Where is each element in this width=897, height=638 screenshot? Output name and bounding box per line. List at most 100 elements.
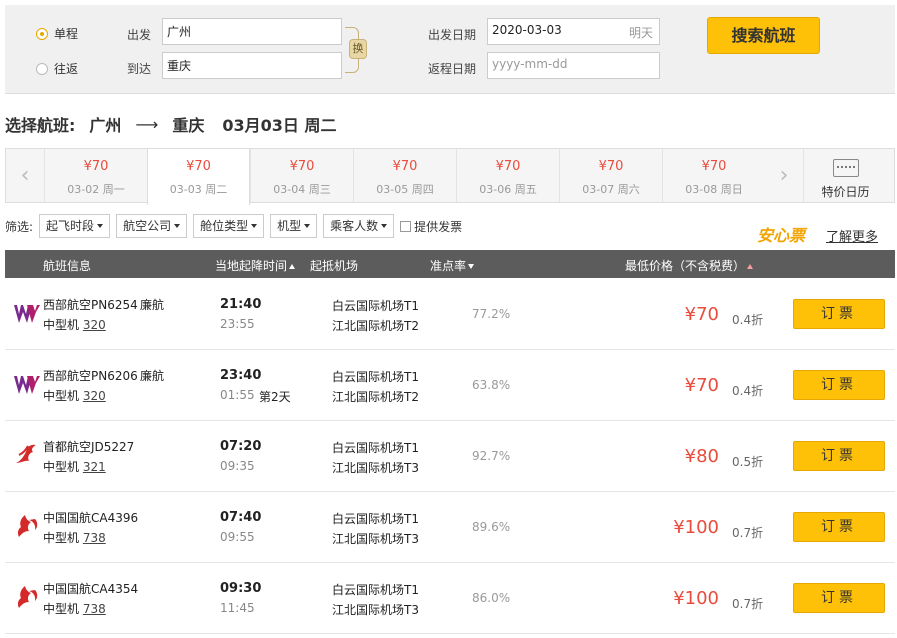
aircraft-model-link[interactable]: 320 [83, 318, 106, 332]
filter-airline[interactable]: 航空公司 [116, 214, 188, 238]
sort-up-icon [289, 264, 296, 269]
learn-more-link[interactable]: 了解更多 [826, 226, 878, 245]
depart-date-input[interactable]: 2020-03-03 明天 [487, 18, 660, 45]
date-tab-selected[interactable]: ¥70 03-03 周二 [147, 148, 250, 205]
radio-unchecked-icon [36, 62, 48, 75]
tomorrow-hint: 明天 [628, 26, 653, 40]
route-arrow-icon: ⟶ [135, 114, 159, 134]
date-strip: ‹ ¥70 03-02 周一 ¥70 03-03 周二 ¥70 03-04 周三 ¥7… [5, 148, 895, 205]
aircraft-model-link[interactable]: 321 [83, 460, 106, 474]
ontime-rate: 92.7% [472, 449, 511, 463]
departure-airport: 白云国际机场T1 [332, 299, 419, 313]
book-button[interactable]: 订票 [793, 370, 885, 400]
special-price-calendar-button[interactable]: 特价日历 [803, 149, 887, 202]
arrival-time: 09:55 [220, 530, 255, 544]
date-tab[interactable]: ¥70 03-02 周一 [44, 149, 147, 202]
departure-time: 21:40 [220, 297, 262, 312]
airline-logo-icon [13, 512, 41, 540]
prev-dates-icon[interactable]: ‹ [6, 149, 44, 202]
airline-logo-icon [13, 583, 41, 611]
depart-date-label: 出发日期 [428, 28, 477, 42]
lowest-price: ¥80 [684, 446, 719, 467]
date-tab[interactable]: ¥70 03-07 周六 [559, 149, 662, 202]
date-tab[interactable]: ¥70 03-05 周四 [353, 149, 456, 202]
route-from: 广州 [89, 116, 122, 135]
date-tab[interactable]: ¥70 03-04 周三 [250, 149, 353, 202]
to-input[interactable]: 重庆 [162, 52, 342, 79]
arrival-time: 09:35 [220, 459, 255, 473]
airline-flight: 中国国航CA4396 [43, 511, 139, 525]
lowest-price: ¥70 [684, 304, 719, 325]
flight-row: 西部航空PN6206 廉航 中型机 320 23:40 01:55 第2天 白云国际机场T1… [5, 350, 895, 421]
calendar-icon [832, 159, 859, 177]
flight-row: 中国国航CA4354 中型机 738 09:30 11:45 白云国际机场T1 江北国际机… [5, 563, 895, 634]
date-tab[interactable]: ¥70 03-08 周日 [662, 149, 765, 202]
date-tab[interactable]: ¥70 03-06 周五 [456, 149, 559, 202]
discount: 0.7折 [732, 597, 764, 611]
filter-cabin[interactable]: 舱位类型 [193, 214, 265, 238]
filter-aircraft[interactable]: 机型 [270, 214, 318, 238]
sort-down-icon [468, 264, 475, 269]
departure-airport: 白云国际机场T1 [332, 370, 419, 384]
search-flights-button[interactable]: 搜索航班 [707, 17, 820, 54]
discount: 0.4折 [732, 313, 764, 327]
departure-airport: 白云国际机场T1 [332, 583, 419, 597]
arrival-time: 23:55 [220, 317, 255, 331]
invoice-checkbox[interactable]: 提供发票 [400, 218, 462, 235]
aircraft-info: 中型机 738 [43, 602, 106, 616]
col-ontime-sort[interactable]: 准点率 [430, 257, 475, 274]
from-label: 出发 [127, 28, 152, 42]
budget-tag: 廉航 [140, 369, 165, 383]
filter-departure-time[interactable]: 起飞时段 [39, 214, 111, 238]
return-date-label: 返程日期 [428, 62, 477, 76]
flight-row: 首都航空JD5227 中型机 321 07:20 09:35 白云国际机场T1 江北国际机… [5, 421, 895, 492]
flight-row: 中国国航CA4396 中型机 738 07:40 09:55 白云国际机场T1 江北国际机… [5, 492, 895, 563]
departure-time: 09:30 [220, 581, 262, 596]
departure-time: 23:40 [220, 368, 262, 383]
filter-bar: 筛选: 起飞时段 航空公司 舱位类型 机型 乘客人数 提供发票 [5, 214, 462, 238]
next-dates-icon[interactable]: › [765, 149, 803, 202]
arrival-time: 01:55 [220, 388, 255, 402]
departure-airport: 白云国际机场T1 [332, 441, 419, 455]
table-header: 航班信息 当地起降时间 起抵机场 准点率 最低价格（不含税费） [5, 250, 895, 278]
from-input[interactable]: 广州 [162, 18, 342, 45]
caret-down-icon [381, 224, 388, 228]
route-prefix: 选择航班: [5, 116, 76, 135]
airline-flight: 中国国航CA4354 [43, 582, 139, 596]
route-date: 03月03日 周二 [222, 116, 337, 135]
caret-down-icon [304, 224, 311, 228]
col-time-sort[interactable]: 当地起降时间 [215, 257, 296, 274]
airline-logo-icon [13, 441, 41, 469]
budget-tag: 廉航 [140, 298, 165, 312]
ontime-rate: 86.0% [472, 591, 511, 605]
lowest-price: ¥70 [684, 375, 719, 396]
one-way-radio[interactable]: 单程 [36, 25, 78, 42]
aircraft-model-link[interactable]: 738 [83, 602, 106, 616]
arrival-airport: 江北国际机场T2 [332, 319, 419, 333]
swap-button[interactable]: 换 [349, 39, 367, 59]
return-date-input[interactable]: yyyy-mm-dd [487, 52, 660, 79]
aircraft-model-link[interactable]: 320 [83, 389, 106, 403]
departure-airport: 白云国际机场T1 [332, 512, 419, 526]
checkbox-icon [400, 220, 412, 232]
col-flight: 航班信息 [43, 259, 92, 273]
radio-checked-icon [36, 27, 48, 40]
airline-flight: 西部航空PN6206 [43, 369, 138, 383]
round-trip-radio[interactable]: 往返 [36, 60, 78, 77]
airline-flight: 首都航空JD5227 [43, 440, 135, 454]
aircraft-model-link[interactable]: 738 [83, 531, 106, 545]
book-button[interactable]: 订票 [793, 441, 885, 471]
airline-flight: 西部航空PN6254 [43, 298, 138, 312]
caret-down-icon [174, 224, 181, 228]
book-button[interactable]: 订票 [793, 583, 885, 613]
book-button[interactable]: 订票 [793, 299, 885, 329]
aircraft-info: 中型机 738 [43, 531, 106, 545]
next-day-label: 第2天 [259, 390, 291, 404]
arrival-time: 11:45 [220, 601, 255, 615]
col-airport: 起抵机场 [310, 259, 359, 273]
discount: 0.5折 [732, 455, 764, 469]
arrival-airport: 江北国际机场T3 [332, 603, 419, 617]
book-button[interactable]: 订票 [793, 512, 885, 542]
filter-passengers[interactable]: 乘客人数 [323, 214, 395, 238]
col-price-sort[interactable]: 最低价格（不含税费） [625, 257, 754, 274]
